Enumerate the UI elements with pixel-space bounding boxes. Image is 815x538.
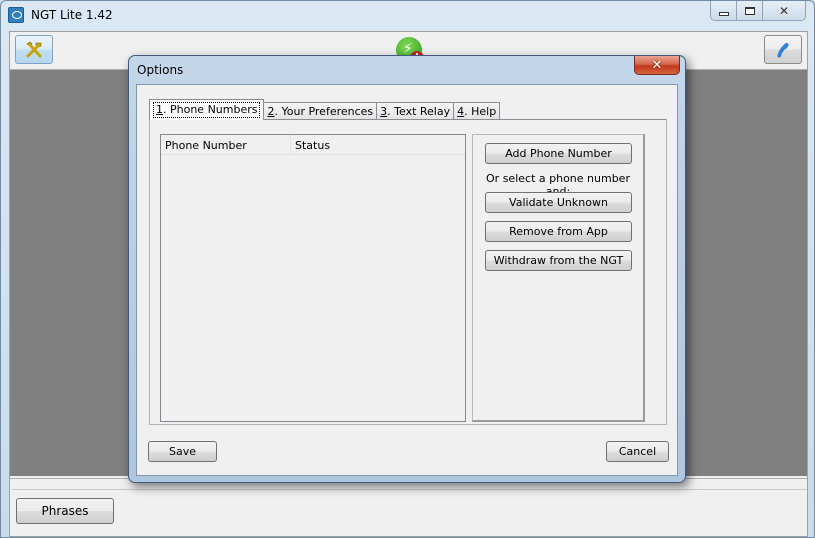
phone-number-list[interactable]: Phone Number Status <box>160 134 466 422</box>
remove-from-app-button[interactable]: Remove from App <box>485 221 632 242</box>
add-phone-number-button[interactable]: Add Phone Number <box>485 143 632 164</box>
cancel-button[interactable]: Cancel <box>606 441 669 462</box>
title-bar: NGT Lite 1.42 ✕ <box>1 1 814 31</box>
tab-phone-numbers[interactable]: 1. Phone Numbers <box>149 99 265 120</box>
bottom-panel: Phrases <box>12 489 807 535</box>
close-button[interactable]: ✕ <box>763 1 805 20</box>
minimize-icon <box>718 12 729 16</box>
tab-label: 4. Help <box>457 105 497 118</box>
list-header: Phone Number Status <box>161 135 465 155</box>
save-button[interactable]: Save <box>148 441 217 462</box>
minimize-button[interactable] <box>711 1 737 20</box>
tab-help[interactable]: 4. Help <box>453 102 501 120</box>
tools-icon <box>26 41 42 57</box>
app-logo-icon <box>8 7 24 23</box>
tab-strip: 1. Phone Numbers 2. Your Preferences 3. … <box>149 98 501 120</box>
maximize-button[interactable] <box>737 1 763 20</box>
column-header-phone-number[interactable]: Phone Number <box>161 135 291 155</box>
phone-numbers-panel: Phone Number Status Add Phone Number Or … <box>149 119 667 425</box>
close-icon: ✕ <box>651 57 663 73</box>
dialog-close-button[interactable]: ✕ <box>634 56 680 75</box>
phrases-button[interactable]: Phrases <box>16 498 114 524</box>
phone-icon <box>777 42 789 58</box>
close-icon: ✕ <box>778 4 790 18</box>
validate-unknown-button[interactable]: Validate Unknown <box>485 192 632 213</box>
tab-label: 2. Your Preferences <box>267 105 374 118</box>
window-controls: ✕ <box>710 1 806 21</box>
tab-label: 3. Text Relay <box>380 105 451 118</box>
settings-button[interactable] <box>15 35 53 64</box>
call-button[interactable] <box>764 35 802 64</box>
dialog-body: 1. Phone Numbers 2. Your Preferences 3. … <box>136 84 678 476</box>
column-header-status[interactable]: Status <box>291 135 465 155</box>
tab-text-relay[interactable]: 3. Text Relay <box>376 102 455 120</box>
tab-your-preferences[interactable]: 2. Your Preferences <box>263 102 378 120</box>
withdraw-from-ngt-button[interactable]: Withdraw from the NGT <box>485 250 632 271</box>
tab-label: 1. Phone Numbers <box>153 102 261 118</box>
app-title: NGT Lite 1.42 <box>31 8 113 22</box>
options-dialog: Options ✕ 1. Phone Numbers 2. Your Prefe… <box>128 55 686 483</box>
maximize-icon <box>744 7 755 15</box>
dialog-title: Options <box>137 63 184 77</box>
bottom-bar: Phrases <box>10 478 807 536</box>
actions-panel: Add Phone Number Or select a phone numbe… <box>472 134 645 422</box>
